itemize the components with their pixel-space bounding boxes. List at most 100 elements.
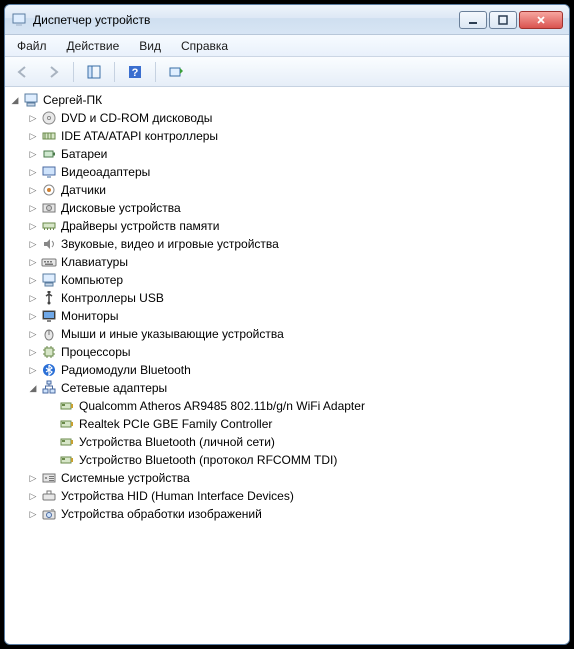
expand-icon[interactable]: ▷ xyxy=(27,472,39,484)
collapse-icon[interactable]: ◢ xyxy=(9,94,21,106)
sound-icon xyxy=(41,236,57,252)
computer-icon xyxy=(23,92,39,108)
help-button[interactable]: ? xyxy=(123,60,147,84)
expand-icon[interactable]: ▷ xyxy=(27,508,39,520)
scan-hardware-button[interactable] xyxy=(164,60,188,84)
tree-category-row[interactable]: ▷DVD и CD-ROM дисководы xyxy=(25,109,567,127)
ide-icon xyxy=(41,128,57,144)
tree-category-row[interactable]: ▷ Контроллеры USB xyxy=(25,289,567,307)
menu-action[interactable]: Действие xyxy=(59,37,128,55)
svg-text:?: ? xyxy=(132,67,139,79)
expand-icon[interactable]: ▷ xyxy=(27,364,39,376)
close-button[interactable] xyxy=(519,11,563,29)
expand-icon[interactable]: ▷ xyxy=(27,130,39,142)
netcard-icon xyxy=(59,434,75,450)
drive-icon xyxy=(41,200,57,216)
tree-category-row[interactable]: ▷Компьютер xyxy=(25,271,567,289)
memory-icon xyxy=(41,218,57,234)
tree-category-label: Дисковые устройства xyxy=(61,201,181,215)
monitor-icon xyxy=(41,308,57,324)
tree-category-row[interactable]: ▷ Клавиатуры xyxy=(25,253,567,271)
usb-icon xyxy=(41,290,57,306)
netcard-icon xyxy=(59,416,75,432)
tree-category-label: Контроллеры USB xyxy=(61,291,164,305)
expand-icon[interactable]: ▷ xyxy=(27,238,39,250)
tree-category-label: Датчики xyxy=(61,183,106,197)
tree-device-row[interactable]: Устройство Bluetooth (протокол RFCOMM TD… xyxy=(43,451,567,469)
tree-category-row[interactable]: ▷ Устройства обработки изображений xyxy=(25,505,567,523)
tree-category-row[interactable]: ▷Устройства HID (Human Interface Devices… xyxy=(25,487,567,505)
toolbar-separator xyxy=(114,62,115,82)
device-manager-window: Диспетчер устройств Файл Действие Вид Сп… xyxy=(4,4,570,645)
tree-category-label: Радиомодули Bluetooth xyxy=(61,363,191,377)
battery-icon xyxy=(41,146,57,162)
sensor-icon xyxy=(41,182,57,198)
tree-category-label: Клавиатуры xyxy=(61,255,128,269)
menu-file[interactable]: Файл xyxy=(9,37,55,55)
expand-icon[interactable]: ▷ xyxy=(27,310,39,322)
tree-category-row[interactable]: ▷ Радиомодули Bluetooth xyxy=(25,361,567,379)
tree-category-row[interactable]: ▷ Мыши и иные указывающие устройства xyxy=(25,325,567,343)
tree-category-row[interactable]: ▷ Дисковые устройства xyxy=(25,199,567,217)
tree-category-row[interactable]: ▷Системные устройства xyxy=(25,469,567,487)
window-controls xyxy=(459,11,563,29)
device-tree-panel[interactable]: ◢ Сергей-ПК ▷DVD и CD-ROM дисководы▷IDE … xyxy=(5,87,569,644)
cpu-icon xyxy=(41,344,57,360)
tree-category-row[interactable]: ◢Сетевые адаптеры xyxy=(25,379,567,397)
window-title: Диспетчер устройств xyxy=(33,13,459,27)
collapse-icon[interactable]: ◢ xyxy=(27,382,39,394)
netcard-icon xyxy=(59,452,75,468)
expand-icon[interactable]: ▷ xyxy=(27,292,39,304)
expand-icon[interactable]: ▷ xyxy=(27,256,39,268)
hid-icon xyxy=(41,488,57,504)
menu-help[interactable]: Справка xyxy=(173,37,236,55)
tree-category-row[interactable]: ▷ Процессоры xyxy=(25,343,567,361)
computer-icon xyxy=(41,272,57,288)
tree-category-label: Звуковые, видео и игровые устройства xyxy=(61,237,279,251)
tree-category-row[interactable]: ▷ IDE ATA/ATAPI контроллеры xyxy=(25,127,567,145)
tree-root-row[interactable]: ◢ Сергей-ПК xyxy=(7,91,567,109)
toolbar: ? xyxy=(5,57,569,87)
tree-category-row[interactable]: ▷ Драйверы устройств памяти xyxy=(25,217,567,235)
expand-icon[interactable]: ▷ xyxy=(27,274,39,286)
tree-category-label: Процессоры xyxy=(61,345,131,359)
disc-icon xyxy=(41,110,57,126)
menu-view[interactable]: Вид xyxy=(131,37,169,55)
minimize-button[interactable] xyxy=(459,11,487,29)
system-icon xyxy=(41,470,57,486)
tree-category-row[interactable]: ▷Видеоадаптеры xyxy=(25,163,567,181)
imaging-icon xyxy=(41,506,57,522)
app-icon xyxy=(11,12,27,28)
tree-category-row[interactable]: ▷Мониторы xyxy=(25,307,567,325)
tree-device-label: Устройство Bluetooth (протокол RFCOMM TD… xyxy=(79,453,337,467)
titlebar[interactable]: Диспетчер устройств xyxy=(5,5,569,35)
expand-icon[interactable]: ▷ xyxy=(27,166,39,178)
expand-icon[interactable]: ▷ xyxy=(27,202,39,214)
expand-icon[interactable]: ▷ xyxy=(27,220,39,232)
display-icon xyxy=(41,164,57,180)
tree-category-label: Устройства обработки изображений xyxy=(61,507,262,521)
tree-category-row[interactable]: ▷ Датчики xyxy=(25,181,567,199)
back-button[interactable] xyxy=(11,60,35,84)
tree-category-label: Драйверы устройств памяти xyxy=(61,219,219,233)
bluetooth-icon xyxy=(41,362,57,378)
show-hide-tree-button[interactable] xyxy=(82,60,106,84)
tree-category-label: Мыши и иные указывающие устройства xyxy=(61,327,284,341)
network-icon xyxy=(41,380,57,396)
menubar: Файл Действие Вид Справка xyxy=(5,35,569,57)
tree-category-row[interactable]: ▷ Звуковые, видео и игровые устройства xyxy=(25,235,567,253)
expand-icon[interactable]: ▷ xyxy=(27,184,39,196)
tree-category-label: IDE ATA/ATAPI контроллеры xyxy=(61,129,218,143)
tree-category-row[interactable]: ▷Батареи xyxy=(25,145,567,163)
tree-device-row[interactable]: Qualcomm Atheros AR9485 802.11b/g/n WiFi… xyxy=(43,397,567,415)
forward-button[interactable] xyxy=(41,60,65,84)
expand-icon[interactable]: ▷ xyxy=(27,328,39,340)
expand-icon[interactable]: ▷ xyxy=(27,148,39,160)
tree-device-row[interactable]: Realtek PCIe GBE Family Controller xyxy=(43,415,567,433)
expand-icon[interactable]: ▷ xyxy=(27,112,39,124)
tree-device-row[interactable]: Устройства Bluetooth (личной сети) xyxy=(43,433,567,451)
expand-icon[interactable]: ▷ xyxy=(27,490,39,502)
maximize-button[interactable] xyxy=(489,11,517,29)
device-tree: ◢ Сергей-ПК ▷DVD и CD-ROM дисководы▷IDE … xyxy=(7,91,567,523)
expand-icon[interactable]: ▷ xyxy=(27,346,39,358)
